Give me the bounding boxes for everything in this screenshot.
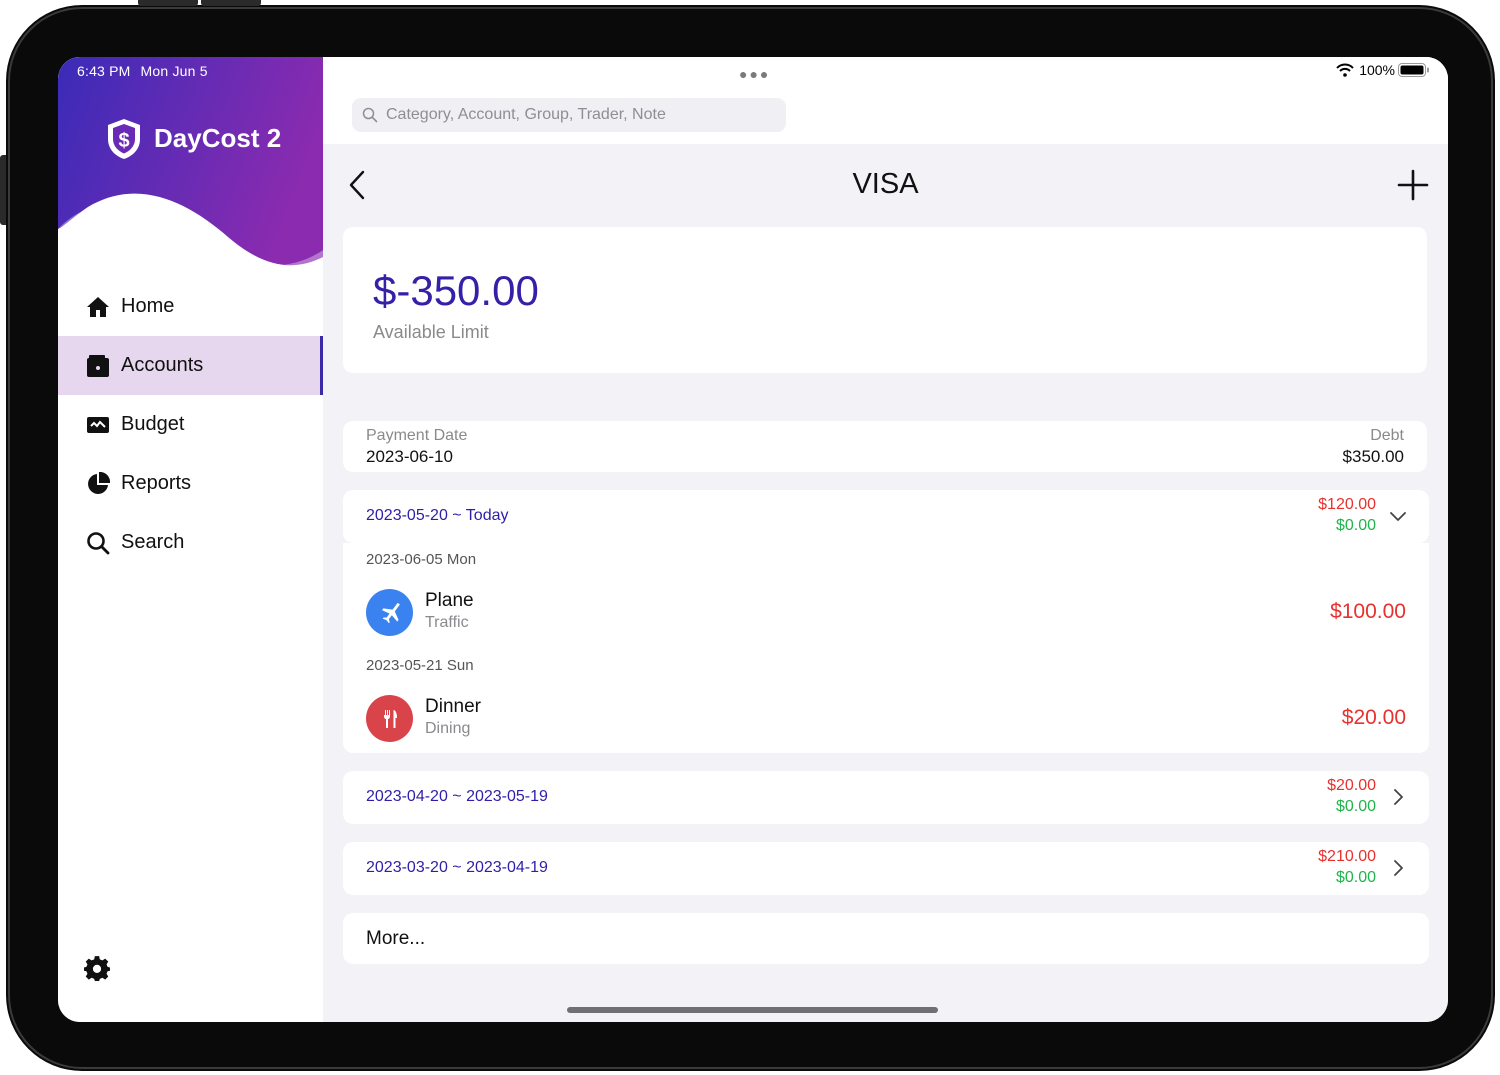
chevron-right-icon[interactable] [1389,788,1407,806]
app-title: DayCost 2 [154,123,282,153]
wallet-icon [85,353,111,379]
status-right: 100% [1336,62,1430,78]
period-income: $0.00 [1335,798,1376,815]
period-income: $0.00 [1335,517,1376,534]
period-expense: $210.00 [1318,848,1376,865]
transaction-amount: $20.00 [1341,706,1406,729]
period-row[interactable]: 2023-04-20 ~ 2023-05-19 $20.00 $0.00 [343,771,1429,824]
page-title: VISA [852,168,919,200]
gear-icon[interactable] [84,955,110,981]
sidebar-nav: Home Accounts Budget Reports Search [58,277,323,572]
transaction-name[interactable]: Dinner [425,696,481,718]
screen: 6:43 PM Mon Jun 5 $ DayCost 2 Home Accoun… [58,57,1448,1022]
sidebar-header: 6:43 PM Mon Jun 5 $ DayCost 2 [58,57,323,277]
budget-icon [85,412,111,438]
chevron-down-icon[interactable] [1389,507,1407,525]
volume-button [138,0,198,6]
navigation-bar: VISA [323,144,1448,226]
volume-button [201,0,261,6]
svg-text:$: $ [118,130,129,152]
period-range: 2023-04-20 ~ 2023-05-19 [366,788,548,805]
period-range: 2023-05-20 ~ Today [366,507,509,524]
status-time-date: 6:43 PM Mon Jun 5 [77,63,218,79]
debt-label: Debt [1370,427,1404,444]
transaction-category: Traffic [425,614,469,631]
search-icon [85,530,111,556]
sidebar-item-label: Home [121,295,175,317]
payment-date-label: Payment Date [366,427,468,444]
date-group-header: 2023-06-05 Mon [366,551,477,568]
period-row[interactable]: 2023-03-20 ~ 2023-04-19 $210.00 $0.00 [343,842,1429,895]
chevron-right-icon[interactable] [1389,859,1407,877]
available-limit-label: Available Limit [373,322,489,342]
sidebar-wave-background [58,57,323,266]
add-plus-icon[interactable] [1396,168,1430,202]
transaction-list: 2023-06-05 Mon Plane Traffic $100.00 202… [343,543,1429,753]
period-range: 2023-03-20 ~ 2023-04-19 [366,859,548,876]
period-amounts: $20.00 $0.00 [1327,777,1376,816]
sidebar-item-label: Budget [121,413,185,435]
more-label: More... [366,928,426,949]
sidebar-item-home[interactable]: Home [58,277,323,336]
date-group-header: 2023-05-21 Sun [366,657,474,674]
period-row[interactable]: 2023-05-20 ~ Today $120.00 $0.00 [343,490,1429,543]
period-amounts: $120.00 $0.00 [1318,496,1376,535]
airplane-icon [366,589,413,636]
power-button [0,155,6,225]
available-limit-amount: $-350.00 [373,267,539,314]
top-bar: ●●● 100% [323,57,1448,144]
more-button[interactable]: More... [343,913,1429,964]
sidebar-item-search[interactable]: Search [58,513,323,572]
sidebar-item-label: Reports [121,472,192,494]
search-input[interactable] [384,105,768,125]
app-logo-icon: $ [108,119,140,159]
home-indicator[interactable] [567,1007,938,1013]
sidebar-item-budget[interactable]: Budget [58,395,323,454]
period-income: $0.00 [1335,869,1376,886]
transaction-category: Dining [425,720,471,737]
period-expense: $20.00 [1327,777,1376,794]
sidebar-item-label: Accounts [121,354,204,376]
sidebar-item-reports[interactable]: Reports [58,454,323,513]
multitasking-dots-icon[interactable]: ●●● [739,66,770,82]
fork-knife-icon [366,695,413,742]
payment-card: Payment Date 2023-06-10 Debt $350.00 [343,421,1427,472]
sidebar-item-accounts[interactable]: Accounts [58,336,323,395]
payment-date-value: 2023-06-10 [366,447,453,466]
home-icon [85,294,111,320]
period-amounts: $210.00 $0.00 [1318,848,1376,887]
available-limit-card: $-350.00 Available Limit [343,227,1427,373]
period-expense: $120.00 [1318,496,1376,513]
sidebar: 6:43 PM Mon Jun 5 $ DayCost 2 Home Accoun… [58,57,323,1022]
battery-icon [1398,63,1429,77]
wifi-icon [1336,63,1354,77]
transaction-amount: $100.00 [1330,600,1406,623]
transaction-name[interactable]: Plane [425,590,474,612]
status-time: 6:43 PM [77,63,131,79]
battery-percent: 100% [1359,62,1395,78]
search-icon [362,107,378,123]
sidebar-item-label: Search [121,531,185,553]
debt-value: $350.00 [1342,447,1404,466]
pie-chart-icon [85,471,111,497]
main-content: ●●● 100% Category, Account, Group, Trade… [323,57,1448,1022]
search-bar[interactable] [352,98,786,132]
status-date: Mon Jun 5 [140,63,208,79]
